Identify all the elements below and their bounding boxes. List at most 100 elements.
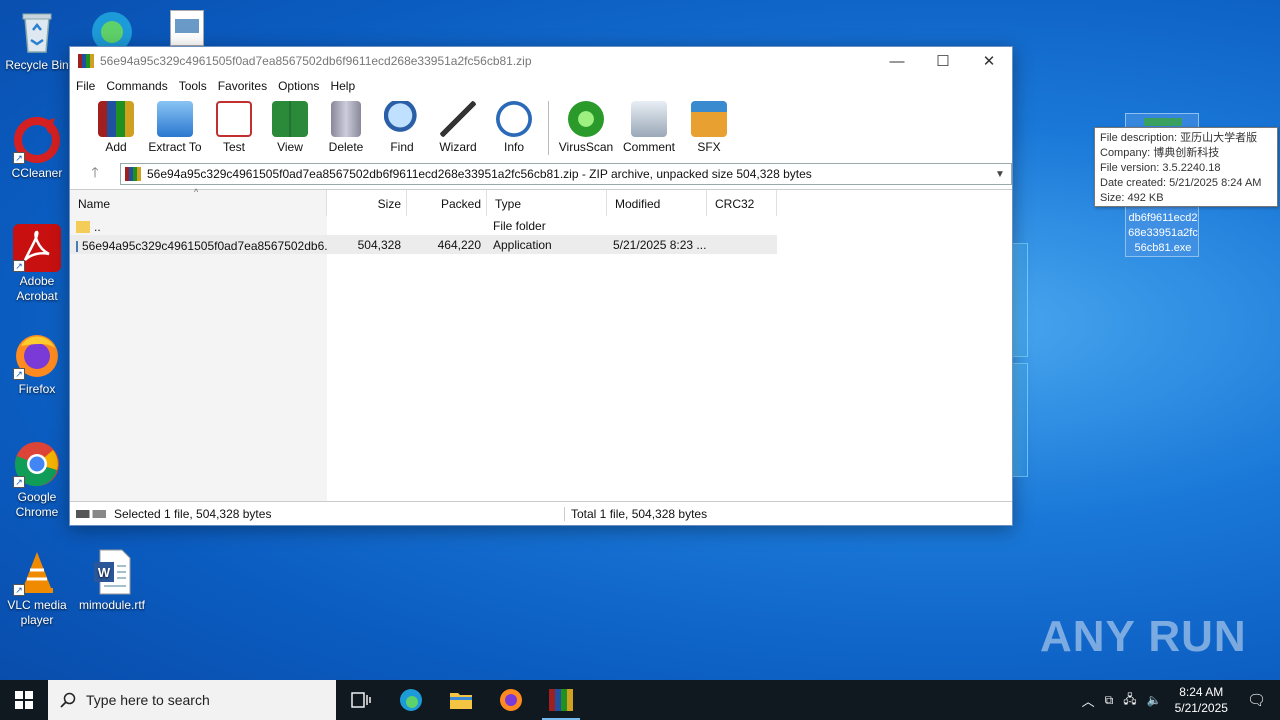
view-button[interactable]: View	[262, 101, 318, 154]
desktop-icon-firefox[interactable]: ↗ Firefox	[1, 332, 73, 397]
desktop-icon-label: Adobe Acrobat	[16, 274, 58, 303]
meet-now-icon[interactable]: ⧉	[1105, 693, 1114, 708]
desktop-icon-label: Google Chrome	[15, 490, 59, 519]
magnifier-icon	[384, 101, 420, 137]
extract-to-button[interactable]: Extract To	[144, 101, 206, 154]
close-button[interactable]: ✕	[966, 47, 1012, 75]
taskbar-search[interactable]: Type here to search	[48, 680, 336, 720]
add-archive-icon	[98, 101, 134, 137]
status-total: Total 1 file, 504,328 bytes	[564, 506, 707, 521]
desktop-icon-recycle-bin[interactable]: Recycle Bin	[1, 8, 73, 73]
column-size[interactable]: Size	[327, 190, 407, 216]
comment-label: Comment	[622, 140, 675, 154]
desktop-icon-adobe-acrobat[interactable]: ↗ Adobe Acrobat	[1, 224, 73, 304]
task-view-button[interactable]	[336, 680, 386, 720]
column-type[interactable]: Type	[487, 190, 607, 216]
sfx-button[interactable]: SFX	[681, 101, 737, 154]
desktop-icon-ccleaner[interactable]: ↗ CCleaner	[1, 116, 73, 181]
desktop-icon-label: CCleaner	[11, 166, 63, 180]
tooltip-version: File version: 3.5.2240.18	[1100, 162, 1221, 174]
tooltip-created: Date created: 5/21/2025 8:24 AM	[1100, 177, 1262, 189]
chevron-up-icon[interactable]: ︿	[1082, 691, 1095, 710]
taskbar-edge[interactable]	[386, 680, 436, 720]
anyrun-watermark: ANY RUN	[1040, 612, 1247, 661]
volume-icon[interactable]: 🔈	[1147, 693, 1162, 707]
archive-path: 56e94a95c329c4961505f0ad7ea8567502db6f96…	[147, 167, 812, 181]
tooltip-description: File description: 亚历山大学者版	[1100, 132, 1258, 144]
menu-favorites[interactable]: Favorites	[218, 79, 274, 93]
column-header: Name ^ Size Packed Type Modified CRC32	[70, 187, 777, 216]
notifications-icon[interactable]: 🗨	[1247, 691, 1266, 709]
row-name-text: 56e94a95c329c4961505f0ad7ea8567502db6...	[82, 239, 327, 253]
table-row[interactable]: 56e94a95c329c4961505f0ad7ea8567502db6...…	[70, 235, 777, 254]
desktop-icon-label: VLC media player	[7, 598, 67, 627]
table-row[interactable]: .. File folder	[70, 216, 777, 235]
acrobat-icon: ↗	[13, 224, 61, 272]
start-button[interactable]	[0, 680, 48, 720]
add-button[interactable]: Add	[88, 101, 144, 154]
info-label: Info	[503, 140, 524, 154]
row-type: File folder	[493, 219, 546, 233]
menu-file[interactable]: File	[76, 79, 102, 93]
test-label: Test	[222, 140, 245, 154]
view-label: View	[277, 140, 303, 154]
clock-time: 8:24 AM	[1179, 685, 1224, 699]
column-type-label: Type	[495, 197, 522, 211]
row-crc	[707, 235, 777, 254]
view-book-icon	[272, 101, 308, 137]
taskbar-file-explorer[interactable]	[436, 680, 486, 720]
column-crc32[interactable]: CRC32	[707, 190, 777, 216]
sfx-box-icon	[691, 101, 727, 137]
column-packed[interactable]: Packed	[407, 190, 487, 216]
document-icon[interactable]	[170, 10, 204, 46]
tooltip-size: Size: 492 KB	[1100, 192, 1164, 204]
test-button[interactable]: Test	[206, 101, 262, 154]
firefox-icon	[500, 689, 522, 711]
maximize-button[interactable]: ☐	[920, 47, 966, 75]
archive-path-box[interactable]: 56e94a95c329c4961505f0ad7ea8567502db6f96…	[120, 163, 1012, 185]
taskbar-winrar[interactable]	[536, 680, 586, 720]
desktop-icon-google-chrome[interactable]: ↗ Google Chrome	[1, 440, 73, 520]
row-name: ..	[70, 216, 327, 235]
recycle-bin-icon	[13, 8, 61, 56]
delete-button[interactable]: Delete	[318, 101, 374, 154]
vlc-icon: ↗	[13, 548, 61, 596]
zip-icon	[125, 167, 141, 181]
sort-ascending-icon: ^	[194, 187, 199, 197]
row-size	[327, 216, 407, 235]
find-button[interactable]: Find	[374, 101, 430, 154]
comment-button[interactable]: Comment	[617, 101, 681, 154]
column-name[interactable]: Name ^	[70, 187, 327, 216]
window-title: 56e94a95c329c4961505f0ad7ea8567502db6f96…	[100, 54, 532, 68]
desktop-icon-vlc[interactable]: ↗ VLC media player	[1, 548, 73, 628]
chevron-down-icon[interactable]: ▼	[995, 169, 1011, 180]
menu-options[interactable]: Options	[278, 79, 326, 93]
find-label: Find	[390, 140, 414, 154]
menu-tools[interactable]: Tools	[179, 79, 214, 93]
column-modified-label: Modified	[615, 197, 661, 211]
network-icon[interactable]: 🖧	[1123, 690, 1136, 711]
column-modified[interactable]: Modified	[607, 190, 707, 216]
wizard-label: Wizard	[439, 140, 477, 154]
status-bar: Selected 1 file, 504,328 bytes Total 1 f…	[70, 501, 1012, 525]
desktop-icon-label: Firefox	[18, 382, 56, 396]
winrar-app-icon	[78, 54, 94, 68]
desktop-icon-mimodule[interactable]: W mimodule.rtf	[76, 548, 148, 613]
edge-icon[interactable]	[88, 6, 136, 52]
menu-help[interactable]: Help	[330, 79, 362, 93]
title-bar[interactable]: 56e94a95c329c4961505f0ad7ea8567502db6f96…	[70, 47, 1012, 75]
up-arrow-icon[interactable]: 🡑	[70, 162, 120, 186]
info-icon	[496, 101, 532, 137]
wizard-button[interactable]: Wizard	[430, 101, 486, 154]
minimize-button[interactable]: —	[874, 47, 920, 75]
taskbar-firefox[interactable]	[486, 680, 536, 720]
clock[interactable]: 8:24 AM 5/21/2025	[1175, 684, 1228, 716]
info-button[interactable]: Info	[486, 101, 542, 154]
column-name-label: Name	[78, 197, 111, 211]
virusscan-button[interactable]: VirusScan	[555, 101, 617, 154]
menu-commands[interactable]: Commands	[106, 79, 174, 93]
delete-label: Delete	[328, 140, 364, 154]
windows-logo-icon	[15, 691, 33, 709]
folder-icon	[450, 693, 472, 709]
row-modified	[607, 216, 707, 235]
